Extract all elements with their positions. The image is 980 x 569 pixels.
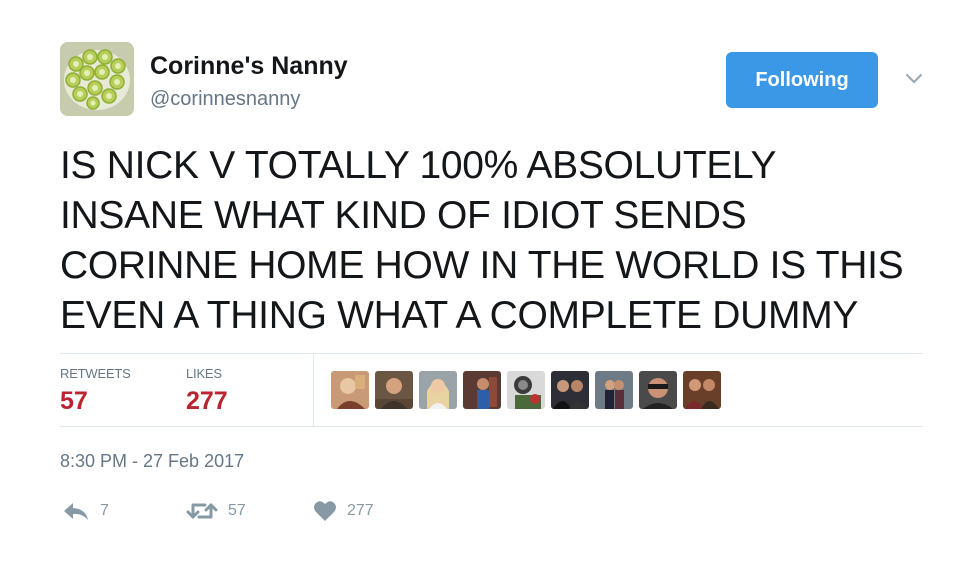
like-count: 277 (347, 502, 374, 519)
liker-avatar-3[interactable] (419, 371, 457, 409)
stats-separator (313, 353, 314, 426)
liker-avatar-9[interactable] (683, 371, 721, 409)
retweet-count: 57 (228, 502, 246, 519)
like-button[interactable]: 277 (313, 496, 374, 526)
stats-divider-bottom (60, 426, 923, 427)
liker-avatar-6[interactable] (551, 371, 589, 409)
tweet-menu-button[interactable] (902, 68, 926, 88)
retweets-label: RETWEETS (60, 366, 131, 381)
tweet-text-line: IS NICK V TOTALLY 100% ABSOLUTELY (60, 144, 777, 187)
liker-avatar-1[interactable] (331, 371, 369, 409)
tweet-text-line: EVEN A THING WHAT A COMPLETE DUMMY (60, 294, 859, 337)
stats-divider-top (60, 353, 923, 354)
display-name[interactable]: Corinne's Nanny (150, 52, 348, 81)
user-handle[interactable]: @corinnesnanny (150, 88, 300, 111)
likes-label: LIKES (186, 366, 222, 381)
cucumber-slices-photo (60, 42, 134, 116)
retweets-count: 57 (60, 387, 88, 415)
tweet-timestamp[interactable]: 8:30 PM - 27 Feb 2017 (60, 451, 244, 472)
avatar[interactable] (60, 42, 134, 116)
liker-avatar-4[interactable] (463, 371, 501, 409)
liker-avatar-7[interactable] (595, 371, 633, 409)
retweet-button[interactable]: 57 (186, 496, 246, 526)
reply-button[interactable]: 7 (62, 496, 109, 526)
likes-count: 277 (186, 387, 228, 415)
liker-avatars (331, 371, 721, 409)
retweets-stat[interactable]: RETWEETS 57 (60, 366, 131, 416)
chevron-down-icon (906, 74, 922, 83)
tweet-text-line: INSANE WHAT KIND OF IDIOT SENDS (60, 194, 747, 237)
liker-avatar-2[interactable] (375, 371, 413, 409)
reply-icon (64, 503, 88, 520)
reply-count: 7 (100, 502, 109, 519)
likes-stat[interactable]: LIKES 277 (186, 366, 228, 416)
liker-avatar-8[interactable] (639, 371, 677, 409)
retweet-icon (186, 503, 218, 519)
following-button[interactable]: Following (726, 52, 878, 108)
heart-icon (314, 501, 336, 521)
tweet-text: IS NICK V TOTALLY 100% ABSOLUTELY INSANE… (60, 141, 940, 341)
tweet-text-line: CORINNE HOME HOW IN THE WORLD IS THIS (60, 244, 904, 287)
liker-avatar-5[interactable] (507, 371, 545, 409)
